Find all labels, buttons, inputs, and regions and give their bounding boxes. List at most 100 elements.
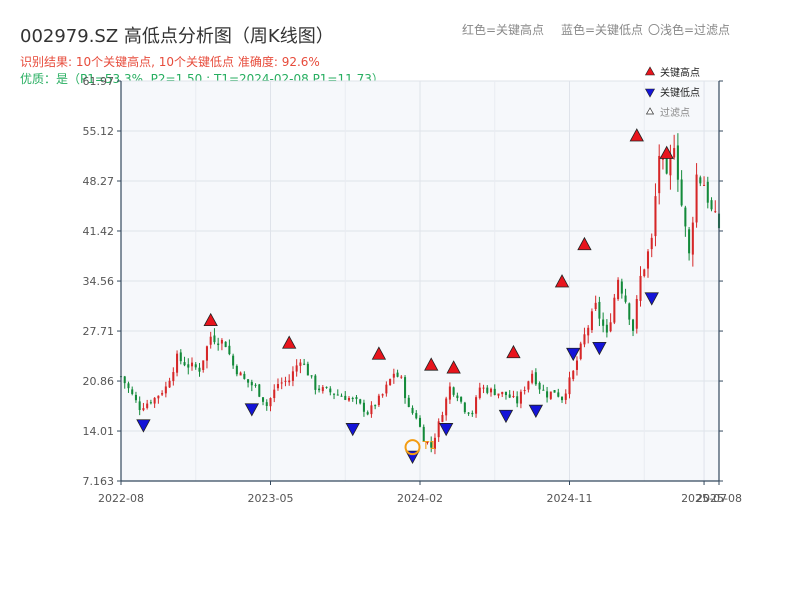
- candle-body: [448, 386, 451, 400]
- candle-body: [355, 397, 358, 400]
- candle-body: [489, 388, 493, 393]
- candle-body: [333, 393, 336, 395]
- candle-body: [370, 405, 373, 415]
- candle-body: [198, 367, 201, 372]
- candle-body: [164, 386, 167, 394]
- candle-body: [228, 345, 231, 355]
- candle-body: [463, 402, 466, 413]
- candle-body: [676, 145, 679, 180]
- candle-body: [131, 389, 134, 394]
- candle-body: [325, 386, 328, 388]
- candle-body: [605, 324, 608, 333]
- candle-body: [445, 398, 448, 416]
- candle-body: [258, 384, 261, 397]
- candle-body: [314, 375, 317, 390]
- candle-body: [646, 251, 650, 269]
- candle-body: [534, 372, 537, 385]
- candle-body: [288, 380, 291, 383]
- candle-body: [254, 384, 257, 386]
- candle-body: [340, 395, 343, 397]
- candle-body: [306, 363, 309, 376]
- candle-body: [575, 360, 579, 370]
- candle-body: [594, 302, 597, 310]
- candle-body: [247, 379, 250, 383]
- candle-body: [418, 417, 422, 427]
- candle-body: [557, 392, 560, 397]
- candle-body: [609, 322, 612, 332]
- legend-high-icon: [644, 66, 656, 76]
- candle-body: [123, 376, 126, 384]
- candle-body: [553, 390, 556, 393]
- candle-body: [635, 298, 638, 329]
- candle-body: [161, 393, 164, 395]
- x-tick-label: 2022-08: [98, 492, 144, 505]
- candle-body: [250, 381, 253, 386]
- candle-body: [531, 373, 534, 383]
- candle-body: [273, 389, 276, 399]
- candle-body: [523, 390, 526, 392]
- x-tick-label: 2025-08: [696, 492, 742, 505]
- candle-body: [224, 341, 227, 348]
- candle-body: [205, 346, 208, 361]
- candle-body: [265, 402, 268, 406]
- candle-body: [329, 388, 332, 393]
- candle-body: [598, 301, 601, 319]
- candle-body: [710, 200, 713, 210]
- x-tick-label: 2024-02: [397, 492, 443, 505]
- candle-body: [392, 373, 395, 378]
- candle-body: [146, 403, 149, 408]
- candle-body: [654, 196, 657, 237]
- candle-body: [684, 207, 687, 227]
- candle-body: [639, 275, 642, 301]
- candle-body: [699, 177, 702, 184]
- candle-body: [217, 343, 220, 346]
- candle-body: [680, 179, 683, 206]
- candle-body: [568, 377, 571, 395]
- candle-body: [344, 395, 347, 400]
- candle-body: [475, 397, 478, 414]
- candle-body: [456, 395, 459, 399]
- candle-body: [347, 397, 351, 401]
- candle-body: [202, 360, 205, 371]
- candle-body: [658, 155, 661, 194]
- y-tick-label: 27.71: [83, 325, 115, 338]
- candlestick-chart: 61.97 55.12 48.27 41.42 34.56 27.71 20.86 14.01…: [83, 66, 742, 505]
- candle-body: [497, 393, 500, 396]
- candle-body: [602, 319, 605, 326]
- candle-body: [385, 384, 388, 394]
- legend-label: 关键低点: [660, 86, 700, 99]
- candle-body: [183, 362, 186, 366]
- y-tick-label: 34.56: [83, 275, 115, 288]
- candle-body: [493, 388, 496, 396]
- candle-body: [187, 364, 190, 368]
- candle-body: [467, 412, 470, 414]
- candle-body: [404, 377, 407, 399]
- candle-body: [396, 372, 399, 377]
- candle-body: [299, 362, 302, 366]
- candle-body: [703, 184, 706, 186]
- candle-body: [239, 372, 242, 376]
- candle-body: [190, 362, 194, 367]
- x-tick-label: 2024-11: [547, 492, 593, 505]
- candle-body: [194, 364, 197, 368]
- candle-body: [138, 401, 141, 411]
- candle-body: [650, 237, 653, 250]
- candle-body: [336, 394, 339, 396]
- candle-body: [501, 391, 504, 395]
- candle-body: [643, 269, 646, 277]
- candle-body: [452, 387, 455, 395]
- candle-body: [538, 382, 541, 390]
- y-tick-label: 20.86: [83, 375, 115, 388]
- y-tick-label: 14.01: [83, 425, 115, 438]
- candle-body: [527, 381, 530, 390]
- candle-body: [377, 395, 380, 406]
- candle-body: [366, 412, 369, 415]
- candle-body: [706, 181, 709, 203]
- candle-body: [590, 311, 593, 331]
- candle-body: [471, 412, 474, 415]
- candle-body: [512, 395, 515, 397]
- candle-body: [153, 397, 156, 404]
- candle-body: [351, 398, 354, 400]
- candle-body: [508, 394, 511, 398]
- candle-body: [688, 229, 691, 254]
